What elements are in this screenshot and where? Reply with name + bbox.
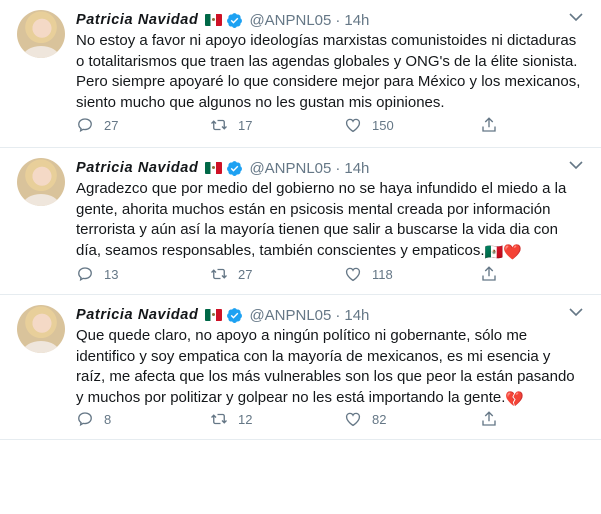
timestamp[interactable]: 14h xyxy=(344,307,369,324)
retweet-button[interactable]: 12 xyxy=(210,410,252,428)
chevron-down-icon[interactable] xyxy=(569,307,583,317)
tweet-text: Que quede claro, no apoyo a ningún polít… xyxy=(76,326,581,410)
share-icon[interactable] xyxy=(480,265,498,283)
like-button[interactable]: 82 xyxy=(344,410,386,428)
author-handle[interactable]: @ANPNL05 xyxy=(249,12,331,29)
retweet-count: 12 xyxy=(238,411,253,427)
tweet-header: Patricia Navidad @ANPNL05 · 14h xyxy=(76,10,369,30)
tweet-body: Que quede claro, no apoyo a ningún polít… xyxy=(76,327,575,406)
tweet-header: Patricia Navidad @ANPNL05 · 14h xyxy=(76,305,369,325)
reply-count: 8 xyxy=(104,411,112,427)
timestamp[interactable]: 14h xyxy=(344,160,369,177)
heart-icon xyxy=(345,267,361,282)
verified-badge-icon xyxy=(227,307,243,323)
mexico-flag-icon xyxy=(205,14,223,26)
reply-button[interactable]: 13 xyxy=(76,265,118,283)
separator-dot: · xyxy=(335,11,341,29)
avatar[interactable] xyxy=(17,158,65,206)
like-count: 82 xyxy=(372,411,387,427)
author-handle[interactable]: @ANPNL05 xyxy=(249,160,331,177)
retweet-icon xyxy=(211,268,227,280)
reply-button[interactable]: 27 xyxy=(76,116,118,134)
tweet-card[interactable]: Patricia Navidad @ANPNL05 · 14h Que qued… xyxy=(0,295,601,440)
separator-dot: · xyxy=(335,306,341,324)
tweet-card[interactable]: Patricia Navidad @ANPNL05 · 14h No estoy… xyxy=(0,0,601,148)
tweet-text: No estoy a favor ni apoyo ideologías mar… xyxy=(76,31,581,113)
tweet-actions: 13 27 118 xyxy=(76,265,506,285)
heart-icon xyxy=(345,412,361,427)
mexico-flag-icon xyxy=(205,309,223,321)
tweet-feed: Patricia Navidad @ANPNL05 · 14h No estoy… xyxy=(0,0,601,440)
author-name[interactable]: Patricia Navidad xyxy=(76,160,198,176)
tweet-header: Patricia Navidad @ANPNL05 · 14h xyxy=(76,158,369,178)
timestamp[interactable]: 14h xyxy=(344,12,369,29)
heart-icon xyxy=(345,118,361,133)
flag-heart-emoji: 🇲🇽❤️ xyxy=(484,243,522,261)
like-button[interactable]: 118 xyxy=(344,265,393,283)
retweet-count: 17 xyxy=(238,117,253,133)
author-handle[interactable]: @ANPNL05 xyxy=(249,307,331,324)
author-name[interactable]: Patricia Navidad xyxy=(76,12,198,28)
share-icon[interactable] xyxy=(480,116,498,134)
like-button[interactable]: 150 xyxy=(344,116,394,134)
retweet-button[interactable]: 27 xyxy=(210,265,252,283)
reply-count: 27 xyxy=(104,117,119,133)
avatar[interactable] xyxy=(17,305,65,353)
tweet-actions: 27 17 150 xyxy=(76,116,506,136)
reply-icon xyxy=(78,267,92,282)
avatar[interactable] xyxy=(17,10,65,58)
reply-icon xyxy=(78,412,92,427)
tweet-text: Agradezco que por medio del gobierno no … xyxy=(76,179,581,263)
reply-count: 13 xyxy=(104,266,119,282)
tweet-actions: 8 12 82 xyxy=(76,410,506,430)
tweet-body: No estoy a favor ni apoyo ideologías mar… xyxy=(76,32,581,111)
verified-badge-icon xyxy=(227,160,243,176)
verified-badge-icon xyxy=(227,12,243,28)
retweet-icon xyxy=(211,119,227,131)
author-name[interactable]: Patricia Navidad xyxy=(76,307,198,323)
retweet-icon xyxy=(211,413,227,425)
chevron-down-icon[interactable] xyxy=(569,12,583,22)
tweet-card[interactable]: Patricia Navidad @ANPNL05 · 14h Agradezc… xyxy=(0,148,601,295)
mexico-flag-icon xyxy=(205,162,223,174)
like-count: 118 xyxy=(372,266,393,282)
share-icon[interactable] xyxy=(480,410,498,428)
reply-icon xyxy=(78,118,92,133)
broken-heart-emoji: 💔 xyxy=(505,390,525,408)
retweet-count: 27 xyxy=(238,266,253,282)
chevron-down-icon[interactable] xyxy=(569,160,583,170)
reply-button[interactable]: 8 xyxy=(76,410,111,428)
like-count: 150 xyxy=(372,117,394,133)
separator-dot: · xyxy=(335,159,341,177)
retweet-button[interactable]: 17 xyxy=(210,116,252,134)
